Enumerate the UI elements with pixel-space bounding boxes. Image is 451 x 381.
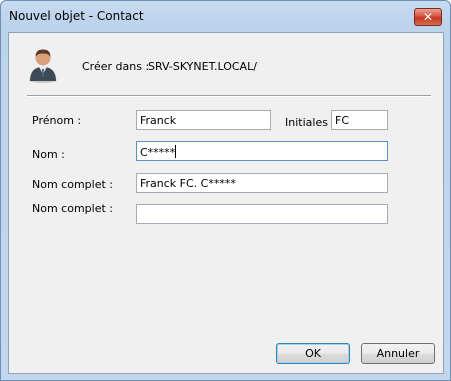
- title-bar[interactable]: Nouvel objet - Contact ✕: [1, 1, 450, 31]
- close-icon: ✕: [422, 10, 434, 24]
- initiales-label: Initiales :: [285, 116, 336, 129]
- create-in-label: Créer dans :: [82, 60, 150, 73]
- prenom-label: Prénom :: [32, 114, 82, 127]
- ok-button-label: OK: [305, 347, 321, 360]
- nom-complet-label: Nom complet :: [32, 178, 113, 191]
- nom-field[interactable]: C*****: [136, 141, 388, 161]
- nom-complet-2-label: Nom complet :: [32, 202, 113, 215]
- dialog-body: Créer dans : SRV-SKYNET.LOCAL/ Prénom : …: [8, 32, 444, 374]
- separator: [27, 95, 431, 97]
- close-button[interactable]: ✕: [414, 8, 442, 26]
- dialog-window: Nouvel objet - Contact ✕ Créer dans : SR…: [0, 0, 451, 381]
- ok-button[interactable]: OK: [276, 343, 350, 364]
- cancel-button-label: Annuler: [376, 347, 420, 360]
- nom-complet-field[interactable]: Franck FC. C*****: [136, 173, 388, 193]
- create-in-path: SRV-SKYNET.LOCAL/: [148, 60, 257, 73]
- nom-field-text: C*****: [140, 146, 176, 159]
- initiales-field[interactable]: FC: [331, 110, 388, 130]
- prenom-field[interactable]: Franck: [136, 110, 271, 130]
- nom-label: Nom :: [32, 148, 65, 161]
- cancel-button[interactable]: Annuler: [361, 343, 435, 364]
- window-title: Nouvel objet - Contact: [9, 9, 144, 23]
- contact-person-icon: [29, 49, 57, 83]
- nom-complet-2-field[interactable]: [136, 204, 388, 224]
- text-caret: [175, 145, 177, 158]
